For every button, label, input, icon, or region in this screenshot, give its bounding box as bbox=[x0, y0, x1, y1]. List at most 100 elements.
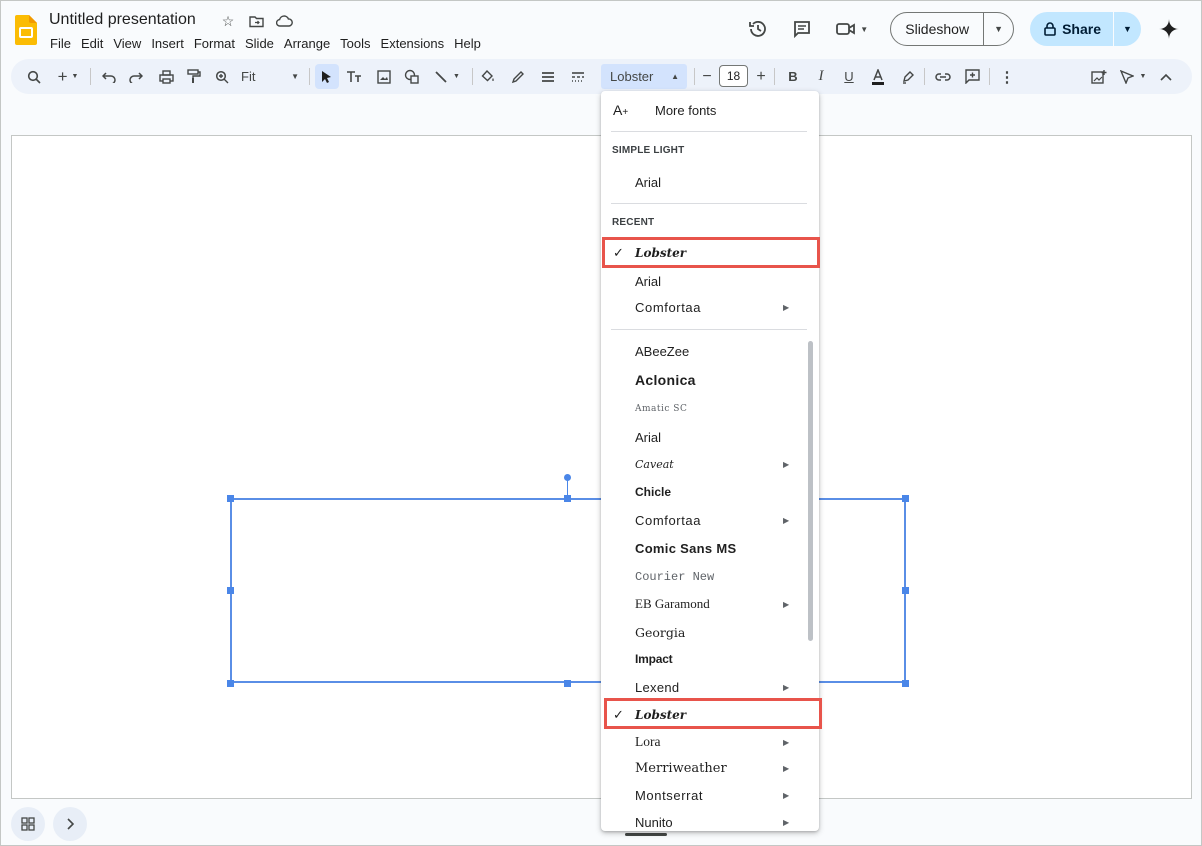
font-item-lora[interactable]: Lora ▶ bbox=[601, 729, 819, 755]
border-dash-icon[interactable] bbox=[567, 59, 589, 94]
font-item-label: Georgia bbox=[635, 624, 686, 640]
slideshow-button[interactable]: Slideshow bbox=[891, 13, 983, 45]
font-menu-scrollbar[interactable] bbox=[808, 341, 813, 641]
menu-view[interactable]: View bbox=[108, 34, 146, 53]
font-item-impact[interactable]: Impact bbox=[601, 646, 819, 672]
font-item-georgia[interactable]: Georgia bbox=[601, 619, 819, 645]
menu-help[interactable]: Help bbox=[449, 34, 486, 53]
insert-link-icon[interactable] bbox=[932, 59, 954, 94]
paint-format-icon[interactable] bbox=[183, 59, 205, 94]
pointer-mode-button[interactable]: ▼ bbox=[1116, 59, 1150, 94]
resize-handle-top-right[interactable] bbox=[902, 495, 909, 502]
add-comment-icon[interactable] bbox=[961, 59, 983, 94]
submenu-arrow-icon: ▶ bbox=[783, 763, 790, 773]
star-icon[interactable]: ☆ bbox=[217, 12, 239, 30]
version-history-icon[interactable] bbox=[740, 11, 776, 47]
toolbar-divider bbox=[472, 68, 473, 85]
font-item-aclonica[interactable]: Aclonica bbox=[601, 367, 819, 393]
more-fonts-item[interactable]: A+ More fonts bbox=[601, 98, 819, 122]
fill-color-icon[interactable] bbox=[477, 59, 499, 94]
text-box-icon[interactable] bbox=[343, 59, 365, 94]
font-item-eb-garamond[interactable]: EB Garamond ▶ bbox=[601, 591, 819, 617]
resize-handle-bottom-left[interactable] bbox=[227, 680, 234, 687]
rotation-handle[interactable] bbox=[564, 474, 571, 481]
share-options-dropdown[interactable]: ▼ bbox=[1113, 12, 1141, 46]
toolbar-divider bbox=[989, 68, 990, 85]
decrease-font-size-icon[interactable]: − bbox=[699, 59, 715, 94]
font-family-select[interactable]: Lobster ▲ bbox=[601, 64, 687, 89]
menu-insert[interactable]: Insert bbox=[146, 34, 189, 53]
new-slide-button[interactable]: + ▼ bbox=[53, 59, 83, 94]
border-weight-icon[interactable] bbox=[537, 59, 559, 94]
menu-extensions[interactable]: Extensions bbox=[376, 34, 450, 53]
font-item-abeezee[interactable]: ABeeZee bbox=[601, 338, 819, 364]
font-item-label: Courier New bbox=[635, 570, 715, 584]
line-tool[interactable]: ▼ bbox=[429, 59, 465, 94]
line-icon bbox=[435, 70, 447, 83]
more-options-icon[interactable]: ⋮ bbox=[997, 59, 1017, 94]
menu-format[interactable]: Format bbox=[189, 34, 240, 53]
font-item-nunito[interactable]: Nunito ▶ bbox=[601, 809, 819, 831]
italic-icon[interactable]: I bbox=[811, 59, 831, 94]
font-item-arial-recent[interactable]: Arial bbox=[601, 268, 819, 294]
toolbar-divider bbox=[774, 68, 775, 85]
text-color-icon[interactable] bbox=[868, 59, 888, 94]
collapse-toolbar-icon[interactable] bbox=[1156, 59, 1176, 94]
font-item-arial-theme[interactable]: Arial bbox=[601, 169, 819, 195]
insert-image-icon[interactable] bbox=[373, 59, 395, 94]
bold-icon[interactable]: B bbox=[783, 59, 803, 94]
print-icon[interactable] bbox=[155, 59, 177, 94]
move-folder-icon[interactable] bbox=[245, 12, 267, 30]
speaker-notes-handle[interactable] bbox=[625, 833, 667, 836]
resize-handle-top-left[interactable] bbox=[227, 495, 234, 502]
menu-edit[interactable]: Edit bbox=[76, 34, 108, 53]
resize-handle-bottom-right[interactable] bbox=[902, 680, 909, 687]
document-title[interactable]: Untitled presentation bbox=[49, 11, 196, 29]
grid-view-button[interactable] bbox=[11, 807, 45, 841]
expand-filmstrip-button[interactable] bbox=[53, 807, 87, 841]
zoom-select[interactable]: Fit ▼ bbox=[237, 59, 303, 94]
slides-logo-icon[interactable] bbox=[15, 15, 37, 45]
menu-slide[interactable]: Slide bbox=[240, 34, 279, 53]
font-size-input[interactable]: 18 bbox=[719, 65, 748, 87]
caret-down-icon: ▼ bbox=[291, 72, 299, 81]
zoom-icon[interactable] bbox=[211, 59, 233, 94]
meet-button[interactable]: ▼ bbox=[828, 11, 876, 47]
font-item-courier-new[interactable]: Courier New bbox=[601, 564, 819, 590]
font-item-label: Chicle bbox=[635, 485, 672, 499]
highlight-color-icon[interactable] bbox=[898, 59, 918, 94]
resize-handle-bottom[interactable] bbox=[564, 680, 571, 687]
select-tool-icon[interactable] bbox=[315, 64, 339, 89]
resize-handle-right[interactable] bbox=[902, 587, 909, 594]
font-item-lexend[interactable]: Lexend ▶ bbox=[601, 674, 819, 700]
submenu-arrow-icon: ▶ bbox=[783, 302, 790, 312]
slideshow-options-dropdown[interactable]: ▼ bbox=[983, 13, 1013, 45]
menu-arrange[interactable]: Arrange bbox=[279, 34, 335, 53]
font-item-amatic-sc[interactable]: Amatic SC bbox=[601, 396, 819, 422]
font-item-arial[interactable]: Arial bbox=[601, 424, 819, 450]
undo-icon[interactable] bbox=[98, 59, 120, 94]
redo-icon[interactable] bbox=[125, 59, 147, 94]
font-item-comic-sans-ms[interactable]: Comic Sans MS bbox=[601, 535, 819, 561]
border-color-icon[interactable] bbox=[507, 59, 529, 94]
underline-icon[interactable]: U bbox=[839, 59, 859, 94]
gemini-icon[interactable] bbox=[1155, 12, 1183, 46]
shape-icon[interactable] bbox=[401, 59, 423, 94]
menu-file[interactable]: File bbox=[45, 34, 76, 53]
font-item-caveat[interactable]: Caveat ▶ bbox=[601, 451, 819, 477]
insert-media-icon[interactable] bbox=[1088, 59, 1110, 94]
font-item-comfortaa[interactable]: Comfortaa ▶ bbox=[601, 507, 819, 533]
font-item-label: Caveat bbox=[635, 457, 674, 471]
menu-tools[interactable]: Tools bbox=[335, 34, 375, 53]
search-menus-icon[interactable] bbox=[23, 59, 45, 94]
font-item-merriweather[interactable]: Merriweather ▶ bbox=[601, 755, 819, 781]
share-button[interactable]: Share bbox=[1030, 12, 1113, 46]
cloud-status-icon[interactable] bbox=[273, 12, 295, 30]
font-item-chicle[interactable]: Chicle bbox=[601, 479, 819, 505]
comments-icon[interactable] bbox=[784, 11, 820, 47]
increase-font-size-icon[interactable]: + bbox=[753, 59, 769, 94]
font-item-montserrat[interactable]: Montserrat ▶ bbox=[601, 782, 819, 808]
resize-handle-top[interactable] bbox=[564, 495, 571, 502]
resize-handle-left[interactable] bbox=[227, 587, 234, 594]
font-item-comfortaa-recent[interactable]: Comfortaa ▶ bbox=[601, 294, 819, 320]
